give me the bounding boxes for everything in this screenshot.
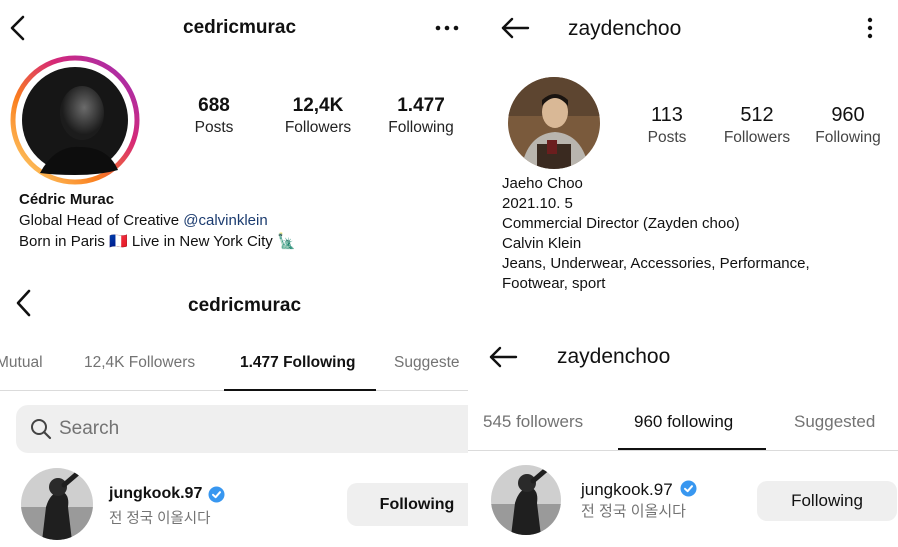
list-username-title: zaydenchoo (557, 345, 671, 368)
tab-suggested[interactable]: Suggested (794, 412, 875, 432)
stat-followers[interactable]: 12,4K Followers (276, 95, 360, 137)
verified-badge-icon (680, 480, 697, 497)
active-tab-indicator (224, 389, 376, 391)
stat-followers-label: Followers (284, 119, 352, 136)
profile-panel-zaydenchoo: zaydenchoo 113 Posts 512 Followers 960 F… (468, 0, 898, 330)
bio-line-1-text: Global Head of Creative (19, 212, 184, 229)
active-tab-indicator (618, 448, 766, 450)
back-arrow-icon[interactable] (488, 346, 518, 368)
stat-posts-label: Posts (647, 129, 687, 146)
search-placeholder: Search (59, 418, 120, 439)
stat-posts-value: 113 (651, 104, 683, 126)
following-button[interactable]: Following (757, 481, 897, 521)
user-subtitle: 전 정국 이올시다 (581, 503, 686, 520)
bio-line-2: Born in Paris 🇫🇷 Live in New York City 🗽 (19, 233, 296, 250)
profile-avatar[interactable] (10, 55, 140, 185)
stat-posts: 688 Posts (178, 95, 250, 137)
list-username-title: cedricmurac (188, 295, 302, 316)
stat-following-label: Following (815, 129, 881, 146)
bio-line-6: Footwear, sport (502, 275, 606, 292)
profile-username-title: zaydenchoo (568, 17, 682, 40)
user-handle[interactable]: jungkook.97 (581, 480, 673, 500)
profile-panel-cedricmurac: cedricmurac 688 Posts 12,4K Followers 1.… (0, 0, 468, 280)
search-icon (31, 419, 52, 440)
bio-line-1: Jaeho Choo (502, 175, 583, 192)
stat-following[interactable]: 960 Following (808, 104, 888, 147)
stat-followers-value: 12,4K (292, 95, 344, 116)
bio-line-2: 2021.10. 5 (502, 195, 573, 212)
tab-following[interactable]: 1.477 Following (240, 354, 355, 372)
stat-following[interactable]: 1.477 Following (380, 95, 462, 137)
stat-followers-value: 512 (740, 104, 774, 126)
following-panel-zaydenchoo: zaydenchoo 545 followers 960 following S… (468, 330, 898, 547)
tab-followers[interactable]: 12,4K Followers (84, 354, 195, 372)
search-input[interactable]: Search (16, 405, 468, 453)
profile-avatar[interactable] (507, 76, 601, 170)
back-chevron-icon[interactable] (8, 14, 28, 42)
tab-followers[interactable]: 545 followers (483, 412, 583, 432)
bio-mention-link[interactable]: @calvinklein (183, 212, 267, 229)
stat-following-label: Following (388, 119, 454, 136)
tab-divider (468, 450, 898, 451)
bio-line-5: Jeans, Underwear, Accessories, Performan… (502, 255, 810, 272)
stat-followers-label: Followers (723, 129, 791, 146)
back-chevron-icon[interactable] (14, 288, 34, 318)
user-avatar[interactable] (490, 464, 562, 536)
bio-line-3: Commercial Director (Zayden choo) (502, 215, 740, 232)
stat-following-value: 1.477 (397, 95, 445, 116)
tab-mutual[interactable]: Mutual (0, 354, 43, 372)
user-avatar[interactable] (20, 467, 94, 541)
more-vertical-icon[interactable] (866, 17, 874, 39)
back-arrow-icon[interactable] (500, 17, 530, 39)
user-subtitle: 전 정국 이올시다 (109, 511, 211, 527)
user-handle[interactable]: jungkook.97 (109, 485, 202, 503)
bio-line-1: Global Head of Creative @calvinklein (19, 212, 268, 229)
stat-followers[interactable]: 512 Followers (718, 104, 796, 147)
verified-badge-icon (208, 486, 225, 503)
tab-suggested[interactable]: Suggeste (394, 354, 460, 372)
more-horizontal-icon[interactable] (435, 24, 459, 32)
following-panel-cedricmurac: cedricmurac Mutual 12,4K Followers 1.477… (0, 280, 468, 547)
stat-posts-value: 688 (198, 95, 230, 116)
bio-line-4: Calvin Klein (502, 235, 582, 252)
stat-posts: 113 Posts (634, 104, 700, 147)
profile-username-title: cedricmurac (183, 17, 297, 38)
stat-posts-label: Posts (194, 119, 234, 136)
stat-following-value: 960 (831, 104, 865, 126)
tab-following[interactable]: 960 following (634, 412, 733, 432)
profile-display-name: Cédric Murac (19, 191, 115, 208)
following-button[interactable]: Following (347, 483, 468, 526)
